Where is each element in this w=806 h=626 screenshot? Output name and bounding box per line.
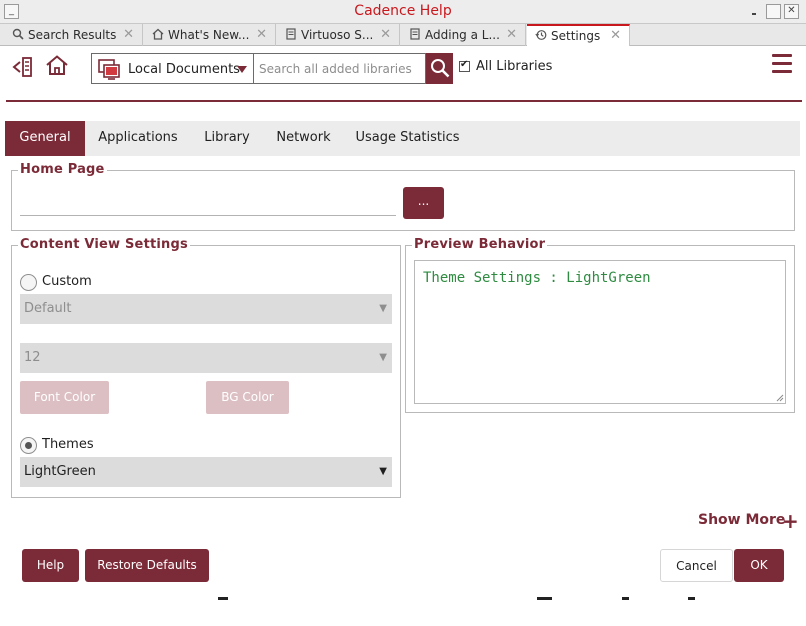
home-icon (152, 28, 164, 40)
tab-usage-statistics[interactable]: Usage Statistics (350, 121, 465, 156)
back-icon[interactable] (11, 56, 33, 78)
window-title: Cadence Help (354, 3, 452, 19)
tab-general[interactable]: General (5, 121, 85, 156)
render-artifact (537, 597, 552, 600)
font-size-value: 12 (24, 350, 41, 365)
cancel-button[interactable]: Cancel (660, 549, 733, 582)
bg-color-button[interactable]: BG Color (206, 381, 289, 414)
local-documents-icon (98, 59, 120, 80)
help-button[interactable]: Help (22, 549, 79, 582)
home-page-input[interactable] (20, 197, 396, 216)
tab-applications[interactable]: Applications (93, 121, 183, 156)
preview-behavior-title: Preview Behavior (412, 237, 548, 252)
show-more-label: Show More (698, 512, 786, 528)
window-titlebar: _ Cadence Help ✕ (0, 0, 806, 24)
all-libraries-label: All Libraries (476, 59, 553, 74)
theme-value: LightGreen (24, 464, 96, 479)
chevron-down-icon: ▼ (379, 466, 387, 477)
chevron-down-icon: ▼ (379, 303, 387, 314)
home-page-title: Home Page (18, 162, 107, 177)
document-source-label: Local Documents (128, 62, 240, 77)
tab-adding-a-library[interactable]: Adding a L... ✕ (401, 24, 526, 46)
preview-text-area[interactable]: Theme Settings : LightGreen (414, 260, 786, 404)
search-icon (12, 28, 24, 40)
close-window-button[interactable]: ✕ (784, 4, 799, 19)
document-icon (286, 28, 296, 40)
hamburger-menu-icon[interactable] (772, 54, 792, 76)
preview-text: Theme Settings : LightGreen (423, 270, 651, 286)
tab-search-results[interactable]: Search Results ✕ (4, 24, 143, 46)
show-more-link[interactable]: Show More + (698, 509, 799, 533)
tab-network[interactable]: Network (271, 121, 336, 156)
document-icon (410, 28, 420, 40)
checkbox-checked-icon[interactable] (459, 59, 470, 72)
tab-label: Adding a L... (425, 28, 500, 42)
chevron-down-icon: ▼ (379, 352, 387, 363)
minimize-button[interactable] (749, 4, 764, 19)
library-search-input[interactable] (254, 53, 426, 84)
font-size-select[interactable]: 12 ▼ (20, 343, 392, 373)
plus-icon: + (782, 509, 799, 533)
font-family-value: Default (24, 301, 72, 316)
render-artifact (622, 597, 629, 600)
close-tab-icon[interactable]: ✕ (506, 27, 517, 42)
restore-defaults-button[interactable]: Restore Defaults (85, 549, 209, 582)
themes-radio[interactable] (20, 437, 37, 454)
close-tab-icon[interactable]: ✕ (610, 28, 621, 43)
chevron-down-icon (237, 66, 247, 73)
tab-label: Virtuoso S... (301, 28, 374, 42)
render-artifact (688, 597, 695, 600)
render-artifact (218, 597, 228, 600)
document-source-dropdown[interactable]: Local Documents (91, 53, 254, 84)
theme-select[interactable]: LightGreen ▼ (20, 457, 392, 487)
maximize-button[interactable] (766, 4, 781, 19)
content-view-settings-title: Content View Settings (18, 237, 190, 252)
search-button[interactable] (426, 53, 453, 84)
tab-label: Settings (551, 29, 601, 43)
close-tab-icon[interactable]: ✕ (380, 27, 391, 42)
font-color-button[interactable]: Font Color (20, 381, 109, 414)
tab-library[interactable]: Library (197, 121, 257, 156)
font-family-select[interactable]: Default ▼ (20, 294, 392, 324)
toolbar-divider (6, 100, 802, 102)
tab-virtuoso[interactable]: Virtuoso S... ✕ (277, 24, 400, 46)
close-tab-icon[interactable]: ✕ (256, 27, 267, 42)
search-icon (431, 59, 450, 78)
custom-label: Custom (42, 274, 92, 289)
document-tab-bar: Search Results ✕ What's New... ✕ Virtuos… (0, 24, 806, 46)
tab-settings[interactable]: Settings ✕ (527, 24, 630, 46)
tab-label: Search Results (28, 28, 117, 42)
browse-home-page-button[interactable]: ... (403, 187, 444, 219)
tab-label: What's New... (168, 28, 250, 42)
close-tab-icon[interactable]: ✕ (123, 27, 134, 42)
history-icon (535, 30, 547, 40)
resize-grip-icon[interactable] (776, 394, 784, 402)
ok-button[interactable]: OK (734, 549, 784, 582)
home-icon[interactable] (45, 54, 69, 76)
custom-radio[interactable] (20, 274, 37, 291)
themes-label: Themes (42, 437, 94, 452)
tab-whats-new[interactable]: What's New... ✕ (144, 24, 276, 46)
settings-tab-bar: General Applications Library Network Usa… (5, 121, 800, 156)
